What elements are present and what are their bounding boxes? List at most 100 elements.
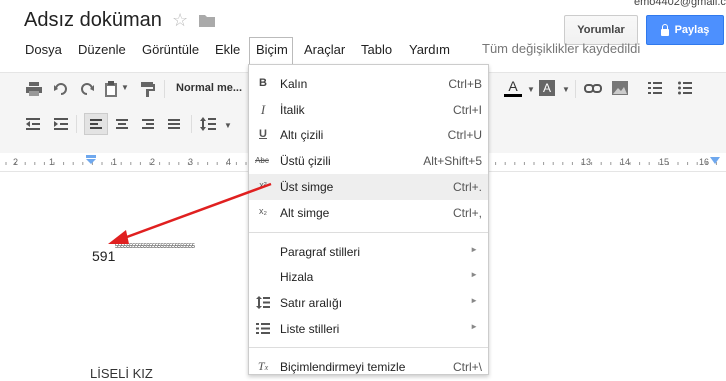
submenu-arrow-icon: ► [470,270,478,279]
align-left-button[interactable] [84,113,108,135]
menu-item-clear-formatting[interactable]: Tx Biçimlendirmeyi temizle Ctrl+\ [249,354,488,380]
menu-item-align[interactable]: Hizala ► [249,264,488,290]
paint-format-icon[interactable] [141,82,155,97]
toolbar-divider [191,115,192,133]
subscript-icon: x₂ [259,206,267,216]
redo-icon[interactable] [80,83,94,95]
submenu-arrow-icon: ► [470,296,478,305]
menu-yardim[interactable]: Yardım [409,41,450,65]
document-text[interactable]: 591 [92,248,115,264]
align-justify-icon[interactable] [168,119,180,129]
ruler-label: 2 [13,157,19,167]
paste-format-icon[interactable] [104,81,118,97]
menu-item-label: Biçimlendirmeyi temizle [280,360,406,374]
menu-item-bold[interactable]: B Kalın Ctrl+B [249,71,488,97]
submenu-arrow-icon: ► [470,322,478,331]
menu-item-italic[interactable]: I İtalik Ctrl+I [249,97,488,123]
decrease-indent-icon[interactable] [26,118,40,130]
menu-ekle[interactable]: Ekle [215,41,240,65]
bold-icon: B [259,77,267,89]
menu-divider [249,347,488,348]
menu-item-label: Üstü çizili [280,154,331,168]
list-styles-icon [256,323,270,334]
submenu-arrow-icon: ► [470,245,478,254]
ruler-label: 15 [659,157,670,167]
right-indent-marker-icon[interactable] [710,157,720,165]
underline-icon: U [259,128,267,140]
menu-item-shortcut: Ctrl+B [448,77,482,91]
align-right-icon[interactable] [142,119,154,129]
superscript-icon: x² [259,180,267,190]
indent-marker-icon[interactable] [85,155,97,165]
highlight-color-icon[interactable]: A [539,80,555,96]
menu-duzenle[interactable]: Düzenle [78,41,126,65]
menu-item-list-styles[interactable]: Liste stilleri ► [249,316,488,342]
document-title[interactable]: Adsız doküman [24,9,162,32]
menu-araclar[interactable]: Araçlar [304,41,345,65]
share-button-label: Paylaş [674,24,710,36]
chevron-down-icon[interactable]: ▼ [121,83,129,92]
bulleted-list-icon[interactable] [678,81,692,95]
menu-item-shortcut: Ctrl+. [452,180,482,194]
print-icon[interactable] [26,82,42,96]
menu-item-label: Alt simge [280,206,330,220]
toolbar-divider [76,115,77,133]
align-center-icon[interactable] [116,119,128,129]
document-superscript-text[interactable]: 5555555555555555555555555555 [115,244,195,250]
link-icon[interactable] [584,84,602,93]
menu-item-label: Liste stilleri [280,322,340,336]
document-text-partial[interactable]: LİSELİ KIZ [90,366,153,381]
menu-item-label: İtalik [280,103,305,117]
menu-goruntule[interactable]: Görüntüle [142,41,199,65]
image-icon[interactable] [612,81,628,95]
clear-formatting-icon: Tx [257,359,269,373]
menu-item-label: Satır aralığı [280,296,343,310]
lock-icon [660,23,669,36]
ruler-label: 1 [112,157,118,167]
menu-item-shortcut: Ctrl+I [452,103,482,117]
align-left-icon [90,119,102,129]
account-email[interactable]: emo4402@gmail.com [634,0,726,8]
folder-icon[interactable] [199,14,215,27]
share-button[interactable]: Paylaş [646,15,724,45]
ruler-label: 2 [150,157,156,167]
chevron-down-icon[interactable]: ▼ [527,85,535,94]
menu-item-label: Üst simge [280,180,334,194]
menu-item-subscript[interactable]: x₂ Alt simge Ctrl+, [249,200,488,226]
menu-item-label: Paragraf stilleri [280,245,361,259]
line-spacing-icon[interactable] [200,117,216,131]
menu-item-strikethrough[interactable]: Abc Üstü çizili Alt+Shift+5 [249,148,488,174]
text-color-swatch [504,94,522,97]
menu-item-superscript[interactable]: x² Üst simge Ctrl+. [249,174,488,200]
menu-item-shortcut: Ctrl+U [447,128,482,142]
menu-dosya[interactable]: Dosya [25,41,62,65]
toolbar-divider [575,80,576,98]
menu-bicim[interactable]: Biçim [256,41,288,65]
style-select[interactable]: Normal me... [176,82,242,94]
toolbar-divider [164,80,165,98]
star-icon[interactable]: ☆ [172,10,188,31]
save-status: Tüm değişiklikler kaydedildi [482,41,641,56]
ruler-label: 3 [188,157,194,167]
ruler-label: 4 [226,157,232,167]
menu-item-paragraph-styles[interactable]: Paragraf stilleri ► [249,239,488,265]
chevron-down-icon[interactable]: ▼ [562,85,570,94]
menu-item-label: Kalın [280,77,308,91]
chevron-down-icon[interactable]: ▼ [224,121,232,130]
menu-item-shortcut: Ctrl+\ [452,360,482,374]
line-spacing-icon [256,296,270,309]
ruler-label: 13 [581,157,592,167]
format-menu: B Kalın Ctrl+B I İtalik Ctrl+I U Altı çi… [248,64,489,375]
increase-indent-icon[interactable] [54,118,68,130]
undo-icon[interactable] [54,83,68,95]
text-color-icon: A [508,78,518,94]
ruler-label: 14 [620,157,631,167]
numbered-list-icon[interactable] [648,81,662,95]
text-color-button[interactable]: A [504,78,522,98]
ruler-label: 16 [699,157,710,167]
menu-item-shortcut: Ctrl+, [452,206,482,220]
menu-tablo[interactable]: Tablo [361,41,392,65]
menu-item-line-spacing[interactable]: Satır aralığı ► [249,290,488,316]
strikethrough-icon: Abc [255,156,269,165]
menu-item-underline[interactable]: U Altı çizili Ctrl+U [249,122,488,148]
